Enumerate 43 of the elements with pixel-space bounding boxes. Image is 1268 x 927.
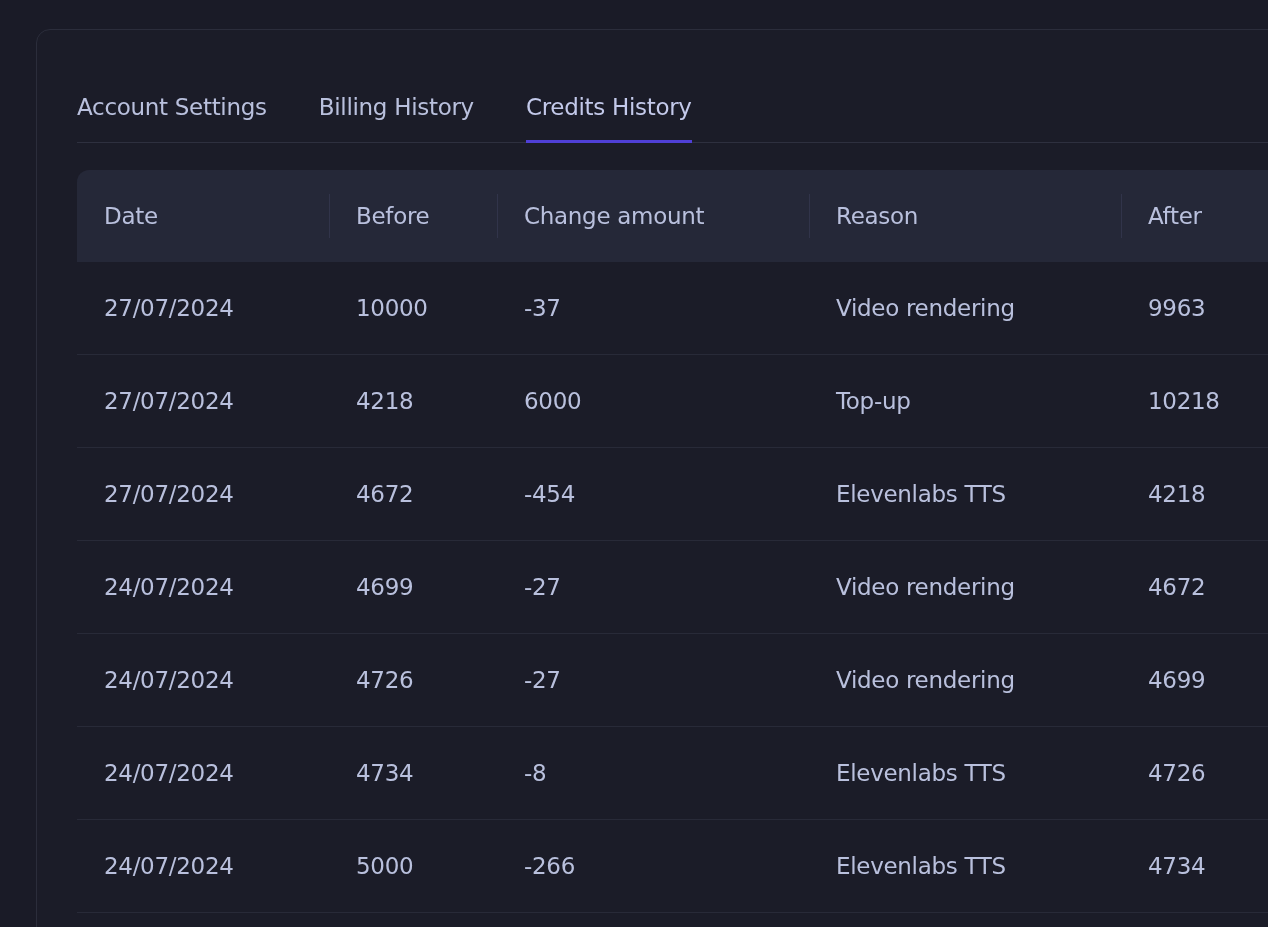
table-cell: -27 xyxy=(524,574,561,600)
table-cell: 4699 xyxy=(1148,667,1206,693)
table-cell: 4218 xyxy=(356,388,414,414)
table-cell: 4726 xyxy=(1148,760,1206,786)
table-cell: Top-up xyxy=(836,388,911,414)
table-cell: 4672 xyxy=(356,481,414,507)
table-cell: -454 xyxy=(524,481,575,507)
table-cell: 9963 xyxy=(1148,295,1206,321)
table-cell: 27/07/2024 xyxy=(104,295,234,321)
table-cell: -37 xyxy=(524,295,561,321)
tab[interactable]: Account Settings xyxy=(77,80,267,143)
tab[interactable]: Credits History xyxy=(525,80,692,143)
table-cell: 10218 xyxy=(1148,388,1220,414)
table-cell: 24/07/2024 xyxy=(104,760,234,786)
table-cell: 4734 xyxy=(356,760,414,786)
column-header: After xyxy=(1148,203,1202,229)
table-cell: 10000 xyxy=(356,295,428,321)
table-cell: Elevenlabs TTS xyxy=(836,760,1006,786)
table-cell: 4726 xyxy=(356,667,414,693)
table-cell: 6000 xyxy=(524,388,582,414)
column-header: Change amount xyxy=(524,203,705,229)
table-cell: 24/07/2024 xyxy=(104,574,234,600)
table-cell: Video rendering xyxy=(836,574,1015,600)
table-cell: 4734 xyxy=(1148,853,1206,879)
table-cell: 27/07/2024 xyxy=(104,388,234,414)
table-cell: -27 xyxy=(524,667,561,693)
table-cell: 4218 xyxy=(1148,481,1206,507)
column-header: Before xyxy=(356,203,430,229)
table-cell: -266 xyxy=(524,853,575,879)
table-cell: 24/07/2024 xyxy=(104,667,234,693)
table-cell: Video rendering xyxy=(836,667,1015,693)
tab[interactable]: Billing History xyxy=(318,80,474,143)
table-cell: 5000 xyxy=(356,853,414,879)
table-cell: 24/07/2024 xyxy=(104,853,234,879)
table-cell: Elevenlabs TTS xyxy=(836,481,1006,507)
table-cell: Video rendering xyxy=(836,295,1015,321)
table-cell: 4672 xyxy=(1148,574,1206,600)
table-cell: 27/07/2024 xyxy=(104,481,234,507)
table-cell: -8 xyxy=(524,760,547,786)
table-cell: 4699 xyxy=(356,574,414,600)
column-header: Date xyxy=(104,203,158,229)
column-header: Reason xyxy=(836,203,919,229)
table-cell: Elevenlabs TTS xyxy=(836,853,1006,879)
